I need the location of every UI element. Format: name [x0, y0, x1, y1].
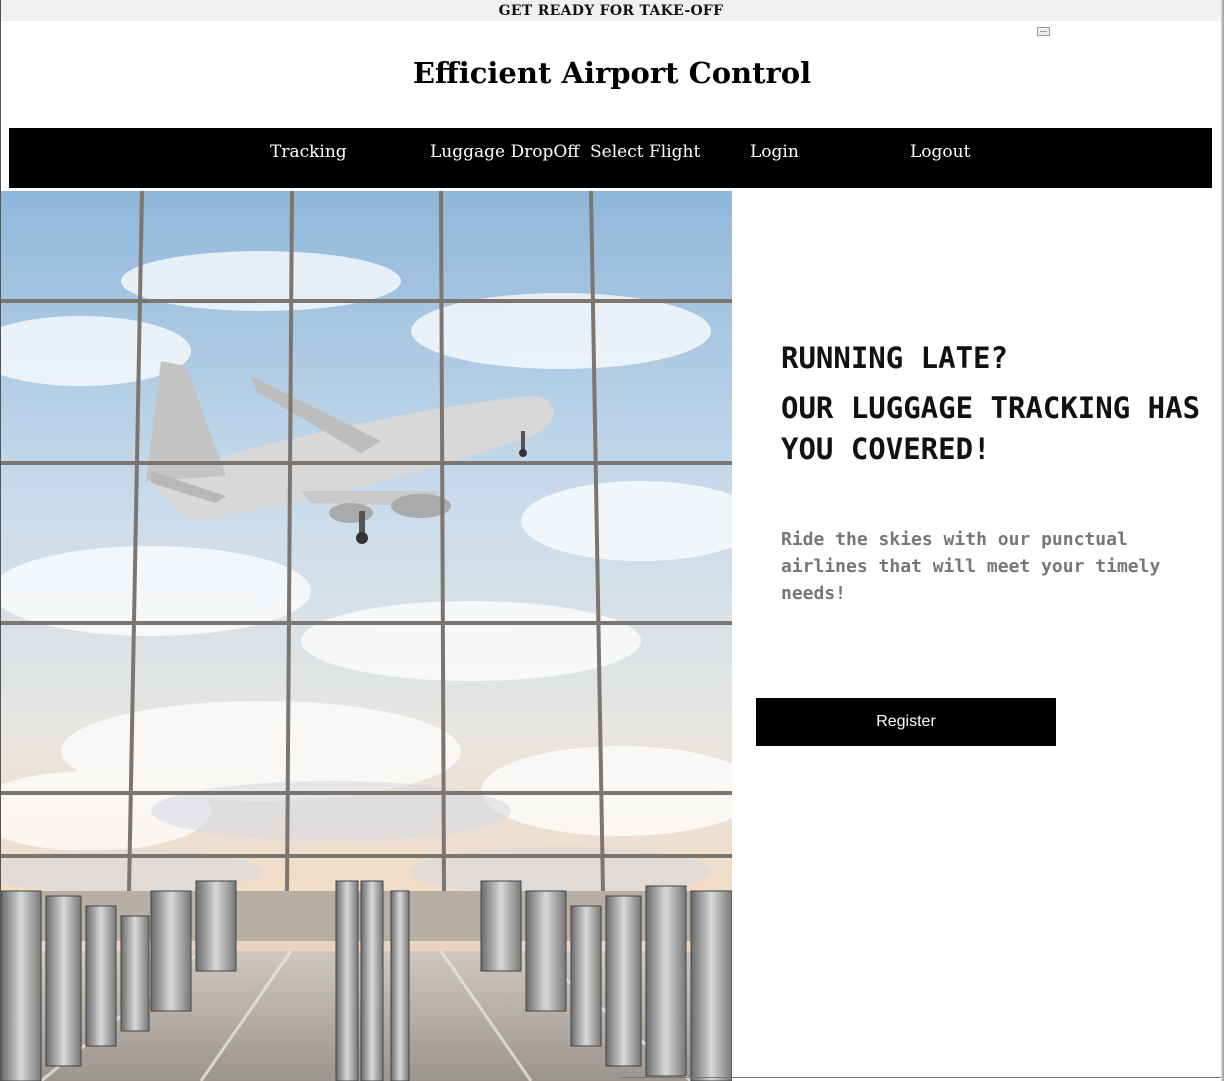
nav-item-login[interactable]: Login	[750, 128, 799, 176]
nav-item-select-flight[interactable]: Select Flight	[590, 128, 700, 176]
top-banner-text: GET READY FOR TAKE-OFF	[498, 2, 724, 19]
headline-luggage-tracking: OUR LUGGAGE TRACKING HAS YOU COVERED!	[781, 391, 1201, 466]
hero-subtitle: Ride the skies with our punctual airline…	[781, 529, 1161, 604]
airport-window-illustration	[1, 191, 732, 1081]
headline-running-late: RUNNING LATE?	[781, 341, 1008, 375]
site-title: Efficient Airport Control	[412, 56, 812, 90]
hero-text-block: RUNNING LATE? OUR LUGGAGE TRACKING HAS Y…	[781, 338, 1221, 470]
broken-image-icon	[1037, 27, 1050, 36]
hero-image	[1, 191, 732, 1081]
nav-item-tracking[interactable]: Tracking	[270, 128, 347, 176]
page: GET READY FOR TAKE-OFF Efficient Airport…	[0, 0, 1224, 1081]
bottom-divider	[621, 1077, 1221, 1078]
nav-item-logout[interactable]: Logout	[910, 128, 970, 176]
main-navbar: Tracking Luggage DropOff Select Flight L…	[9, 128, 1212, 188]
nav-item-luggage-dropoff[interactable]: Luggage DropOff	[430, 128, 579, 176]
register-button[interactable]: Register	[756, 698, 1056, 746]
top-banner: GET READY FOR TAKE-OFF	[1, 0, 1221, 21]
